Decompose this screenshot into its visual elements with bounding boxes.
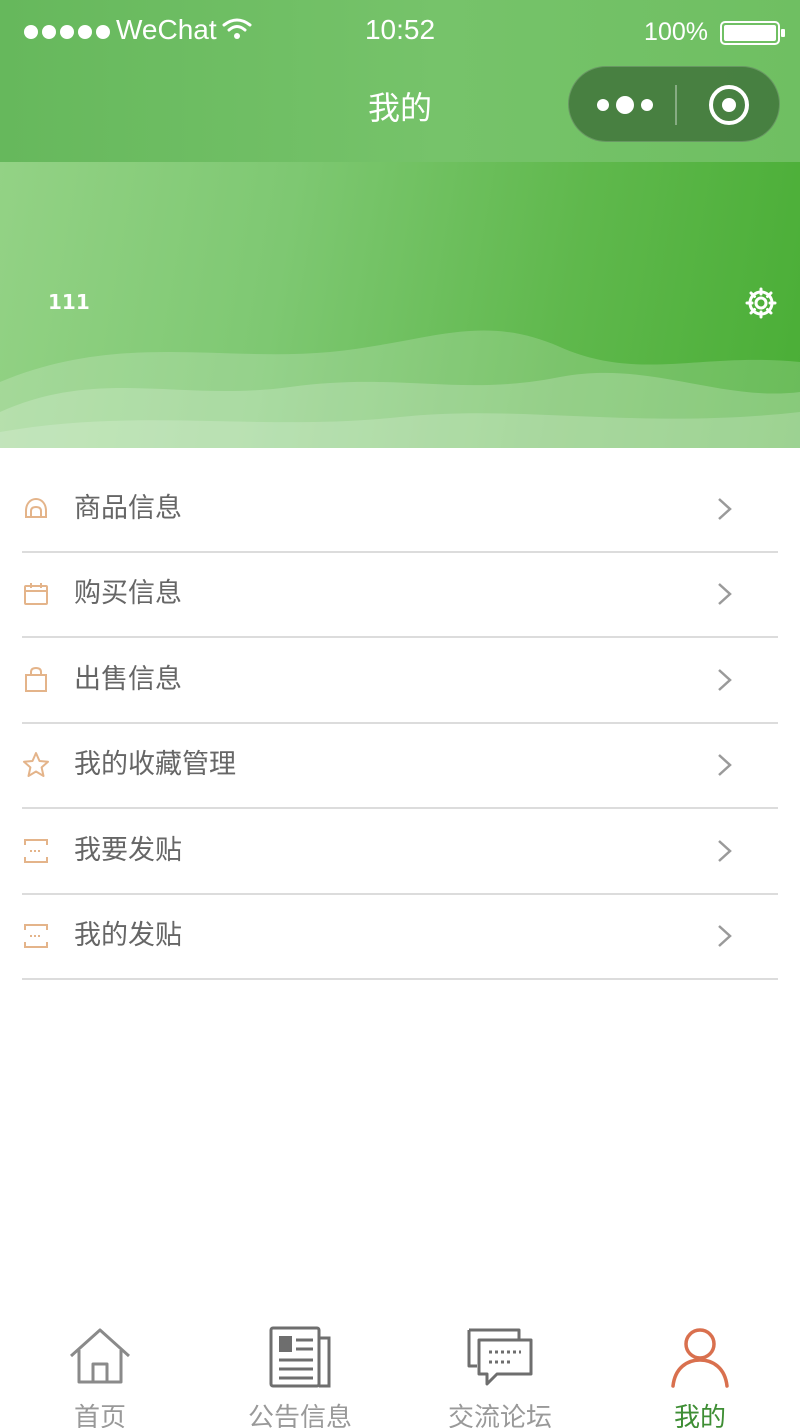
tab-label: 公告信息 xyxy=(247,1403,352,1428)
forum-icon xyxy=(467,1328,533,1386)
profile-banner: 111 xyxy=(0,162,800,448)
menu-list: 商品信息 购买信息 出售信息 我的收藏管理 我要发贴 我的发贴 xyxy=(22,467,778,980)
tab-announcements[interactable]: 公告信息 xyxy=(200,1300,400,1428)
post-icon xyxy=(24,838,48,863)
close-miniprogram-icon[interactable] xyxy=(707,83,751,127)
username: 111 xyxy=(48,290,90,314)
tab-home[interactable]: 首页 xyxy=(0,1300,200,1428)
menu-item-goods-info[interactable]: 商品信息 xyxy=(22,467,778,553)
tab-label: 我的 xyxy=(673,1403,726,1428)
home-icon xyxy=(69,1328,131,1384)
person-icon xyxy=(671,1328,729,1388)
tab-mine[interactable]: 我的 xyxy=(600,1300,800,1428)
star-icon xyxy=(23,752,49,778)
tab-forum[interactable]: 交流论坛 xyxy=(400,1300,600,1428)
menu-item-label: 我的收藏管理 xyxy=(74,749,236,781)
chevron-right-icon xyxy=(718,497,732,520)
menu-item-favorites[interactable]: 我的收藏管理 xyxy=(22,724,778,809)
calendar-icon xyxy=(24,583,48,606)
goods-icon xyxy=(25,497,47,518)
menu-item-purchase-info[interactable]: 购买信息 xyxy=(22,553,778,638)
capsule-divider xyxy=(675,85,677,125)
menu-item-label: 购买信息 xyxy=(74,578,182,610)
chevron-right-icon xyxy=(718,668,732,691)
battery-icon xyxy=(720,21,785,45)
menu-item-new-post[interactable]: 我要发贴 xyxy=(22,809,778,895)
settings-gear-icon[interactable] xyxy=(744,286,778,320)
chevron-right-icon xyxy=(718,754,732,777)
menu-item-my-posts[interactable]: 我的发贴 xyxy=(22,895,778,980)
shopping-bag-icon xyxy=(25,666,47,692)
miniprogram-capsule xyxy=(568,66,780,142)
status-bar: WeChat 10:52 100% xyxy=(0,0,800,62)
tab-label: 首页 xyxy=(73,1403,126,1428)
post-icon xyxy=(24,924,48,949)
tab-label: 交流论坛 xyxy=(447,1403,552,1428)
tab-bar: 首页 公告信息 交流论坛 我的 xyxy=(0,1300,800,1428)
chevron-right-icon xyxy=(718,925,732,948)
news-icon xyxy=(269,1326,331,1388)
battery-percent: 100% xyxy=(644,18,708,46)
chevron-right-icon xyxy=(718,583,732,606)
menu-item-label: 商品信息 xyxy=(74,492,182,524)
menu-item-label: 出售信息 xyxy=(74,663,182,695)
chevron-right-icon xyxy=(718,839,732,862)
wave-decoration xyxy=(0,330,800,448)
menu-item-label: 我要发贴 xyxy=(74,834,182,866)
screen: WeChat 10:52 100% 我的 111 商品信息 购买信息 出售信息 … xyxy=(0,0,800,1428)
menu-item-label: 我的发贴 xyxy=(74,920,182,952)
menu-item-sale-info[interactable]: 出售信息 xyxy=(22,638,778,724)
more-icon[interactable] xyxy=(589,89,661,121)
top-bar: WeChat 10:52 100% 我的 xyxy=(0,0,800,162)
